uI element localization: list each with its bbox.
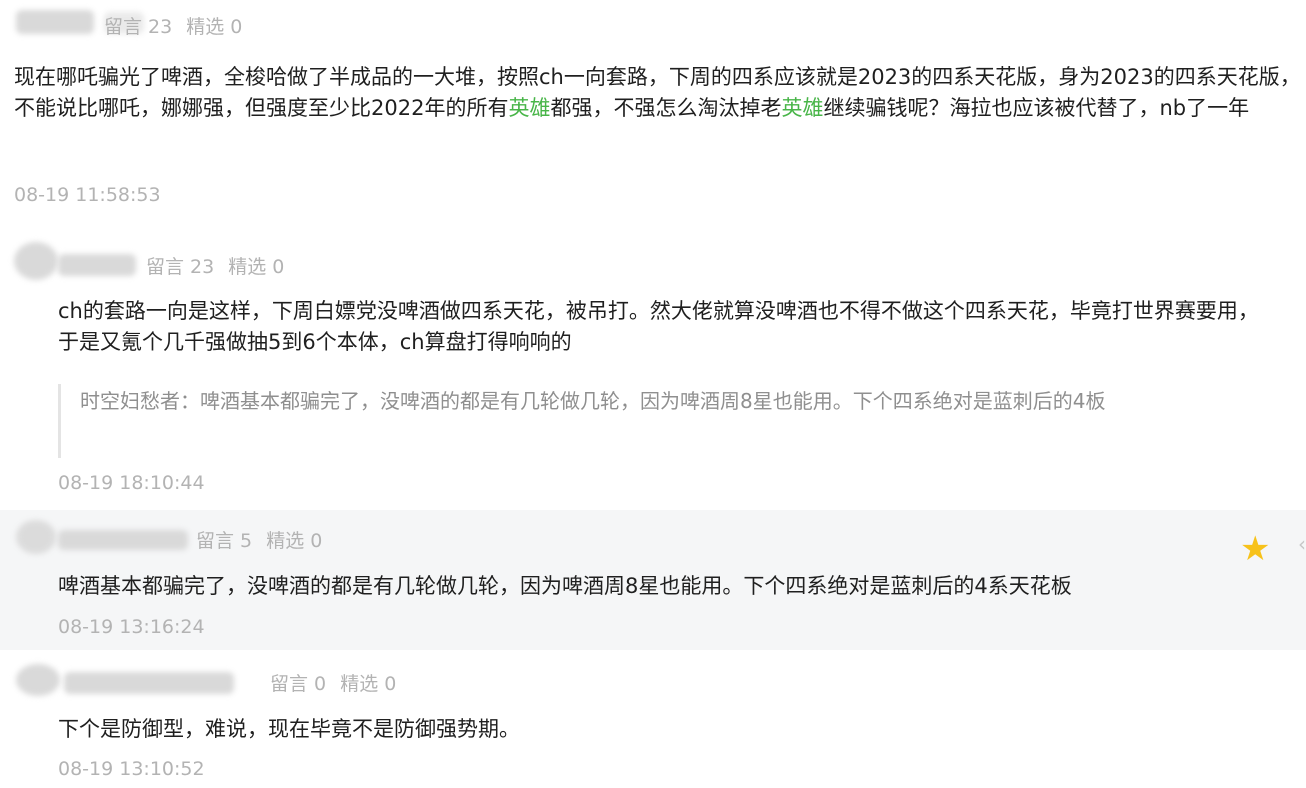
avatar[interactable] xyxy=(16,664,60,696)
comment-text-part: 继续骗钱呢？海拉也应该被代替了，nb了一年 xyxy=(823,96,1250,120)
timestamp: 08-19 11:58:53 xyxy=(14,184,161,206)
star-icon[interactable]: ★ xyxy=(1240,532,1276,566)
timestamp: 08-19 18:10:44 xyxy=(58,472,205,494)
comment-text: 现在哪吒骗光了啤酒，全梭哈做了半成品的一大堆，按照ch一向套路，下周的四系应该就… xyxy=(14,62,1304,124)
pick-count: 精选 0 xyxy=(340,673,397,695)
comment-text: 下个是防御型，难说，现在毕竟不是防御强势期。 xyxy=(58,717,520,741)
username[interactable] xyxy=(58,254,136,276)
comment-meta: 留言 0 精选 0 xyxy=(270,669,396,696)
hero-link[interactable]: 英雄 xyxy=(508,96,550,120)
username[interactable] xyxy=(64,672,234,694)
avatar[interactable] xyxy=(14,242,58,280)
timestamp: 08-19 13:16:24 xyxy=(58,616,205,638)
message-count: 留言 23 xyxy=(146,256,215,278)
quoted-comment[interactable]: 时空妇愁者：啤酒基本都骗完了，没啤酒的都是有几轮做几轮，因为啤酒周8星也能用。下… xyxy=(58,384,1306,458)
timestamp: 08-19 13:10:52 xyxy=(58,758,205,780)
message-count: 留言 23 xyxy=(104,16,173,38)
chevron-left-icon[interactable]: ‹ xyxy=(1298,532,1306,566)
comment-meta: 留言 23 精选 0 xyxy=(104,12,242,39)
avatar[interactable] xyxy=(16,520,56,554)
comment-text: ch的套路一向是这样，下周白嫖党没啤酒做四系天花，被吊打。然大佬就算没啤酒也不得… xyxy=(58,299,1259,354)
pick-count: 精选 0 xyxy=(228,256,285,278)
comment-text: 啤酒基本都骗完了，没啤酒的都是有几轮做几轮，因为啤酒周8星也能用。下个四系绝对是… xyxy=(58,574,1072,598)
avatar[interactable] xyxy=(16,10,94,34)
pick-count: 精选 0 xyxy=(266,530,323,552)
quoted-text: 时空妇愁者：啤酒基本都骗完了，没啤酒的都是有几轮做几轮，因为啤酒周8星也能用。下… xyxy=(80,389,1106,413)
message-count: 留言 5 xyxy=(196,530,253,552)
hero-link[interactable]: 英雄 xyxy=(781,96,823,120)
comment-meta: 留言 5 精选 0 xyxy=(196,526,322,553)
message-count: 留言 0 xyxy=(270,673,327,695)
username[interactable] xyxy=(58,530,188,550)
comment-text-part: 都强，不强怎么淘汰掉老 xyxy=(550,96,782,120)
comment-page: 留言 23 精选 0 现在哪吒骗光了啤酒，全梭哈做了半成品的一大堆，按照ch一向… xyxy=(0,0,1306,788)
comment-meta: 留言 23 精选 0 xyxy=(146,252,284,279)
pick-count: 精选 0 xyxy=(186,16,243,38)
